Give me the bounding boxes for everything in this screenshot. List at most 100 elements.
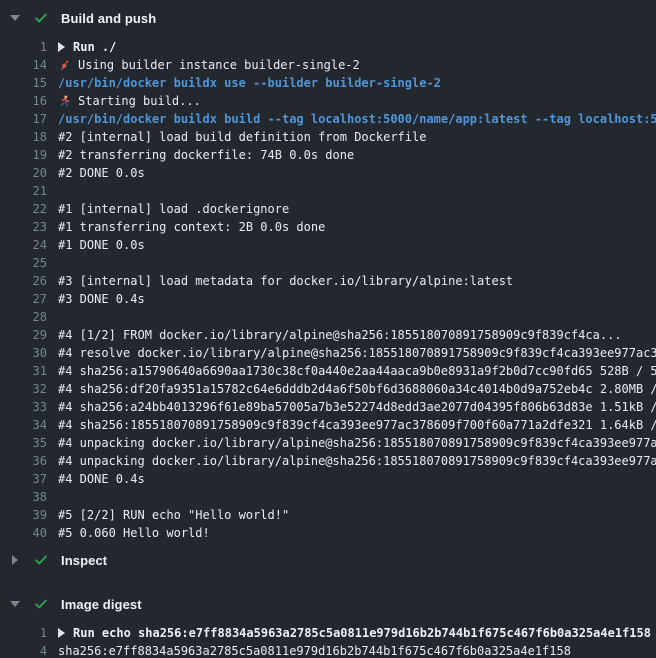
log-line: 39 #5 [2/2] RUN echo "Hello world!" (0, 506, 656, 524)
line-number[interactable]: 30 (0, 346, 47, 360)
line-number[interactable]: 19 (0, 148, 47, 162)
log-line: 20 #2 DONE 0.0s (0, 164, 656, 182)
log-line-content: #5 0.060 Hello world! (58, 526, 656, 540)
log-line: 30 #4 resolve docker.io/library/alpine@s… (0, 344, 656, 362)
line-number[interactable]: 31 (0, 364, 47, 378)
log-text: Run ./ (73, 40, 116, 54)
line-number[interactable]: 27 (0, 292, 47, 306)
log-line-content: #4 unpacking docker.io/library/alpine@sh… (58, 454, 656, 468)
line-number[interactable]: 36 (0, 454, 47, 468)
line-number[interactable]: 1 (0, 626, 47, 640)
line-number[interactable]: 14 (0, 58, 47, 72)
line-number[interactable]: 16 (0, 94, 47, 108)
line-number[interactable]: 22 (0, 202, 47, 216)
section-title: Inspect (61, 553, 107, 568)
log-text: #5 [2/2] RUN echo "Hello world!" (58, 508, 289, 522)
line-number[interactable]: 20 (0, 166, 47, 180)
log-line: 34 #4 sha256:185518070891758909c9f839cf4… (0, 416, 656, 434)
log-text: /usr/bin/docker buildx build --tag local… (58, 112, 656, 126)
log-line: 1 Run echo sha256:e7ff8834a5963a2785c5a0… (0, 624, 656, 642)
section-header[interactable]: Image digest (0, 586, 656, 622)
log-line-content: #4 sha256:df20fa9351a15782c64e6dddb2d4a6… (58, 382, 656, 396)
log-text: #4 sha256:a24bb4013296f61e89ba57005a7b3e… (58, 400, 656, 414)
section-title: Image digest (61, 597, 142, 612)
log-line-content: #4 sha256:a24bb4013296f61e89ba57005a7b3e… (58, 400, 656, 414)
line-number[interactable]: 34 (0, 418, 47, 432)
log-text: #2 DONE 0.0s (58, 166, 145, 180)
log-line-content: #2 [internal] load build definition from… (58, 130, 656, 144)
log-text: Using builder instance builder-single-2 (78, 58, 360, 72)
log-text: #2 [internal] load build definition from… (58, 130, 426, 144)
line-number[interactable]: 26 (0, 274, 47, 288)
log-line: 25 (0, 254, 656, 272)
section-header[interactable]: Build and push (0, 0, 656, 36)
line-number[interactable]: 25 (0, 256, 47, 270)
line-number[interactable]: 38 (0, 490, 47, 504)
line-number[interactable]: 4 (0, 644, 47, 658)
log-line: 14 Using builder instance builder-single… (0, 56, 656, 74)
log-text: Run echo sha256:e7ff8834a5963a2785c5a081… (73, 626, 651, 640)
line-number[interactable]: 39 (0, 508, 47, 522)
log-text: #4 [1/2] FROM docker.io/library/alpine@s… (58, 328, 622, 342)
line-number[interactable]: 21 (0, 184, 47, 198)
line-number[interactable]: 37 (0, 472, 47, 486)
chevron-icon[interactable] (9, 15, 21, 21)
line-number[interactable]: 35 (0, 436, 47, 450)
log-text: /usr/bin/docker buildx use --builder bui… (58, 76, 441, 90)
log-line: 40 #5 0.060 Hello world! (0, 524, 656, 542)
log-line: 33 #4 sha256:a24bb4013296f61e89ba57005a7… (0, 398, 656, 416)
log-line-content: #4 DONE 0.4s (58, 472, 656, 486)
section-header[interactable]: Inspect (0, 542, 656, 578)
line-number[interactable]: 33 (0, 400, 47, 414)
log-text: #4 sha256:a15790640a6690aa1730c38cf0a440… (58, 364, 656, 378)
log-line-content: /usr/bin/docker buildx use --builder bui… (58, 76, 656, 90)
log-line: 26 #3 [internal] load metadata for docke… (0, 272, 656, 290)
log-text: #1 DONE 0.0s (58, 238, 145, 252)
log-text: #3 [internal] load metadata for docker.i… (58, 274, 513, 288)
log-line: 24 #1 DONE 0.0s (0, 236, 656, 254)
chevron-icon[interactable] (9, 555, 21, 565)
log-lines: 1 Run ./ 14 Using builder (0, 36, 656, 542)
log-line-content: #4 sha256:185518070891758909c9f839cf4ca3… (58, 418, 656, 432)
line-number[interactable]: 17 (0, 112, 47, 126)
log-line-content: #3 [internal] load metadata for docker.i… (58, 274, 656, 288)
expand-arrow-icon[interactable] (58, 628, 65, 638)
success-check-icon (34, 553, 48, 567)
log-line-content: #4 sha256:a15790640a6690aa1730c38cf0a440… (58, 364, 656, 378)
log-line: 19 #2 transferring dockerfile: 74B 0.0s … (0, 146, 656, 164)
log-text: #4 unpacking docker.io/library/alpine@sh… (58, 436, 656, 450)
log-line-content: /usr/bin/docker buildx build --tag local… (58, 112, 656, 126)
log-line: 21 (0, 182, 656, 200)
log-text: #1 transferring context: 2B 0.0s done (58, 220, 325, 234)
expand-arrow-icon[interactable] (58, 42, 65, 52)
line-number[interactable]: 29 (0, 328, 47, 342)
line-number[interactable]: 1 (0, 40, 47, 54)
line-number[interactable]: 18 (0, 130, 47, 144)
log-line-content: sha256:e7ff8834a5963a2785c5a0811e979d16b… (58, 644, 656, 658)
log-text: sha256:e7ff8834a5963a2785c5a0811e979d16b… (58, 644, 571, 658)
log-line: 32 #4 sha256:df20fa9351a15782c64e6dddb2d… (0, 380, 656, 398)
log-line: 35 #4 unpacking docker.io/library/alpine… (0, 434, 656, 452)
log-text: #1 [internal] load .dockerignore (58, 202, 289, 216)
group-toggle-line[interactable]: Run echo sha256:e7ff8834a5963a2785c5a081… (58, 626, 656, 640)
line-number[interactable]: 23 (0, 220, 47, 234)
log-line-content: Starting build... (58, 94, 656, 108)
runner-icon (58, 94, 72, 108)
line-number[interactable]: 15 (0, 76, 47, 90)
log-line-content: #4 resolve docker.io/library/alpine@sha2… (58, 346, 656, 360)
log-line: 15 /usr/bin/docker buildx use --builder … (0, 74, 656, 92)
chevron-icon[interactable] (9, 601, 21, 607)
group-toggle-line[interactable]: Run ./ (58, 40, 656, 54)
log-line: 22 #1 [internal] load .dockerignore (0, 200, 656, 218)
log-line-content: #2 DONE 0.0s (58, 166, 656, 180)
pushpin-icon (58, 58, 72, 72)
line-number[interactable]: 24 (0, 238, 47, 252)
line-number[interactable]: 28 (0, 310, 47, 324)
line-number[interactable]: 32 (0, 382, 47, 396)
log-line: 31 #4 sha256:a15790640a6690aa1730c38cf0a… (0, 362, 656, 380)
line-number[interactable]: 40 (0, 526, 47, 540)
log-line-content: #3 DONE 0.4s (58, 292, 656, 306)
log-line: 18 #2 [internal] load build definition f… (0, 128, 656, 146)
workflow-log-viewer: Build and push 1 Run ./ 14 (0, 0, 656, 658)
log-lines: 1 Run echo sha256:e7ff8834a5963a2785c5a0… (0, 622, 656, 658)
